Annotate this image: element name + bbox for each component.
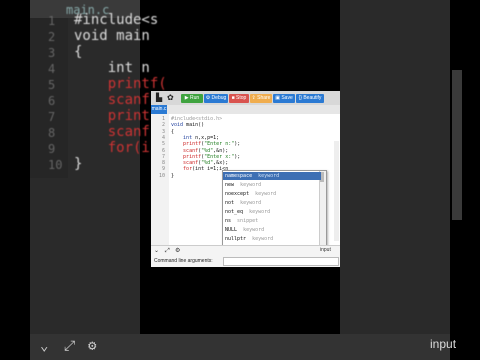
- input-tab[interactable]: input: [320, 247, 331, 253]
- line-number: 8: [161, 160, 165, 167]
- background-line-number: 1: [48, 14, 56, 28]
- command-line-input[interactable]: [223, 257, 339, 266]
- chevron-down-icon[interactable]: ⌄: [154, 247, 159, 254]
- chevron-down-icon: ⌄: [40, 338, 49, 354]
- background-line-number: 5: [48, 78, 56, 92]
- code-line: scanf("%d",&x);: [183, 160, 229, 167]
- gear-icon[interactable]: ⚙: [175, 247, 180, 254]
- background-line-number: 7: [48, 110, 56, 124]
- background-scrollbar: [452, 70, 462, 220]
- autocomplete-item[interactable]: noexcept keyword: [223, 190, 321, 198]
- ide-window: ▙ ✿ ▶ Run ⚙ Debug ■ Stop ⇪ Share ▣ Save …: [151, 91, 340, 267]
- tab-bar: main.c: [151, 105, 340, 114]
- code-line: #include<stdio.h>: [171, 116, 223, 122]
- code-line: scanf("%d",&n);: [183, 147, 229, 154]
- code-line: }: [171, 172, 175, 179]
- autocomplete-item[interactable]: namespace keyword: [223, 172, 321, 180]
- autocomplete-item[interactable]: NULL keyword: [223, 226, 321, 234]
- autocomplete-item[interactable]: not keyword: [223, 199, 321, 207]
- beautify-button[interactable]: {} Beautify: [296, 94, 324, 103]
- save-button[interactable]: ▣ Save: [273, 94, 295, 103]
- background-line-number: 9: [48, 142, 56, 156]
- background-code-line: }: [74, 156, 83, 172]
- background-code-line: {: [74, 44, 83, 60]
- code-line: void main(): [171, 122, 205, 129]
- settings-icon[interactable]: ✿: [167, 93, 174, 102]
- background-right-panel: [340, 0, 450, 360]
- debug-button[interactable]: ⚙ Debug: [204, 94, 228, 103]
- background-line-number: 6: [48, 94, 56, 108]
- autocomplete-item[interactable]: not_eq keyword: [223, 208, 321, 216]
- code-line: printf("Enter x:");: [183, 153, 241, 160]
- code-line: for(int i=1;i<n: [183, 166, 229, 173]
- code-editor[interactable]: 1 2 3 4 5 6 7 8 9 10 #include<stdio.h> void main()…: [151, 114, 340, 247]
- background-line-number: 10: [48, 158, 63, 172]
- line-number: 5: [161, 141, 165, 148]
- code-line: printf("Enter n:");: [183, 141, 241, 148]
- background-code-line: int n: [74, 60, 150, 76]
- autocomplete-item[interactable]: nullptr keyword: [223, 235, 321, 243]
- line-number: 7: [161, 153, 165, 160]
- expand-icon[interactable]: ⤢: [165, 247, 170, 255]
- command-line-label: Command line arguments:: [154, 258, 213, 264]
- line-number: 4: [161, 134, 165, 141]
- line-number: 6: [161, 147, 165, 154]
- background-code-line: printf(: [74, 76, 167, 92]
- line-number: 2: [161, 122, 165, 129]
- file-icon[interactable]: ▙: [156, 93, 162, 102]
- background-line-number: 8: [48, 126, 56, 140]
- background-code-line: scanf(: [74, 124, 159, 140]
- background-line-number: 2: [48, 30, 56, 44]
- stop-button[interactable]: ■ Stop: [229, 94, 249, 103]
- line-number: 9: [161, 166, 165, 173]
- autocomplete-popup: namespace keyword new keyword noexcept key…: [222, 170, 327, 247]
- code-line: int n,x,p=1;: [183, 134, 220, 141]
- autocomplete-item[interactable]: new keyword: [223, 181, 321, 189]
- expand-icon: ⤢: [64, 338, 76, 354]
- autocomplete-item[interactable]: ns snippet: [223, 217, 321, 225]
- background-line-number: 4: [48, 62, 56, 76]
- background-code-line: for(i: [74, 140, 150, 156]
- gear-icon: ⚙: [88, 338, 97, 354]
- background-code-line: scanf(: [74, 92, 159, 108]
- editor-scrollbar[interactable]: [334, 141, 339, 241]
- share-button[interactable]: ⇪ Share: [250, 94, 272, 103]
- line-number: 10: [158, 172, 165, 179]
- background-input-label: input: [430, 337, 457, 351]
- background-code-line: #include<s: [74, 12, 159, 28]
- code-line: {: [171, 128, 175, 135]
- line-number: 1: [161, 116, 165, 122]
- tab-main-c[interactable]: main.c: [151, 105, 167, 114]
- line-gutter: 1 2 3 4 5 6 7 8 9 10: [151, 114, 169, 245]
- line-number: 3: [161, 128, 165, 135]
- background-line-number: 3: [48, 46, 56, 60]
- background-code-line: void main: [74, 28, 150, 44]
- run-button[interactable]: ▶ Run: [181, 94, 203, 103]
- bottom-panel: ⌄ ⤢ ⚙ input Command line arguments:: [151, 245, 340, 267]
- toolbar: ▙ ✿ ▶ Run ⚙ Debug ■ Stop ⇪ Share ▣ Save …: [151, 91, 340, 105]
